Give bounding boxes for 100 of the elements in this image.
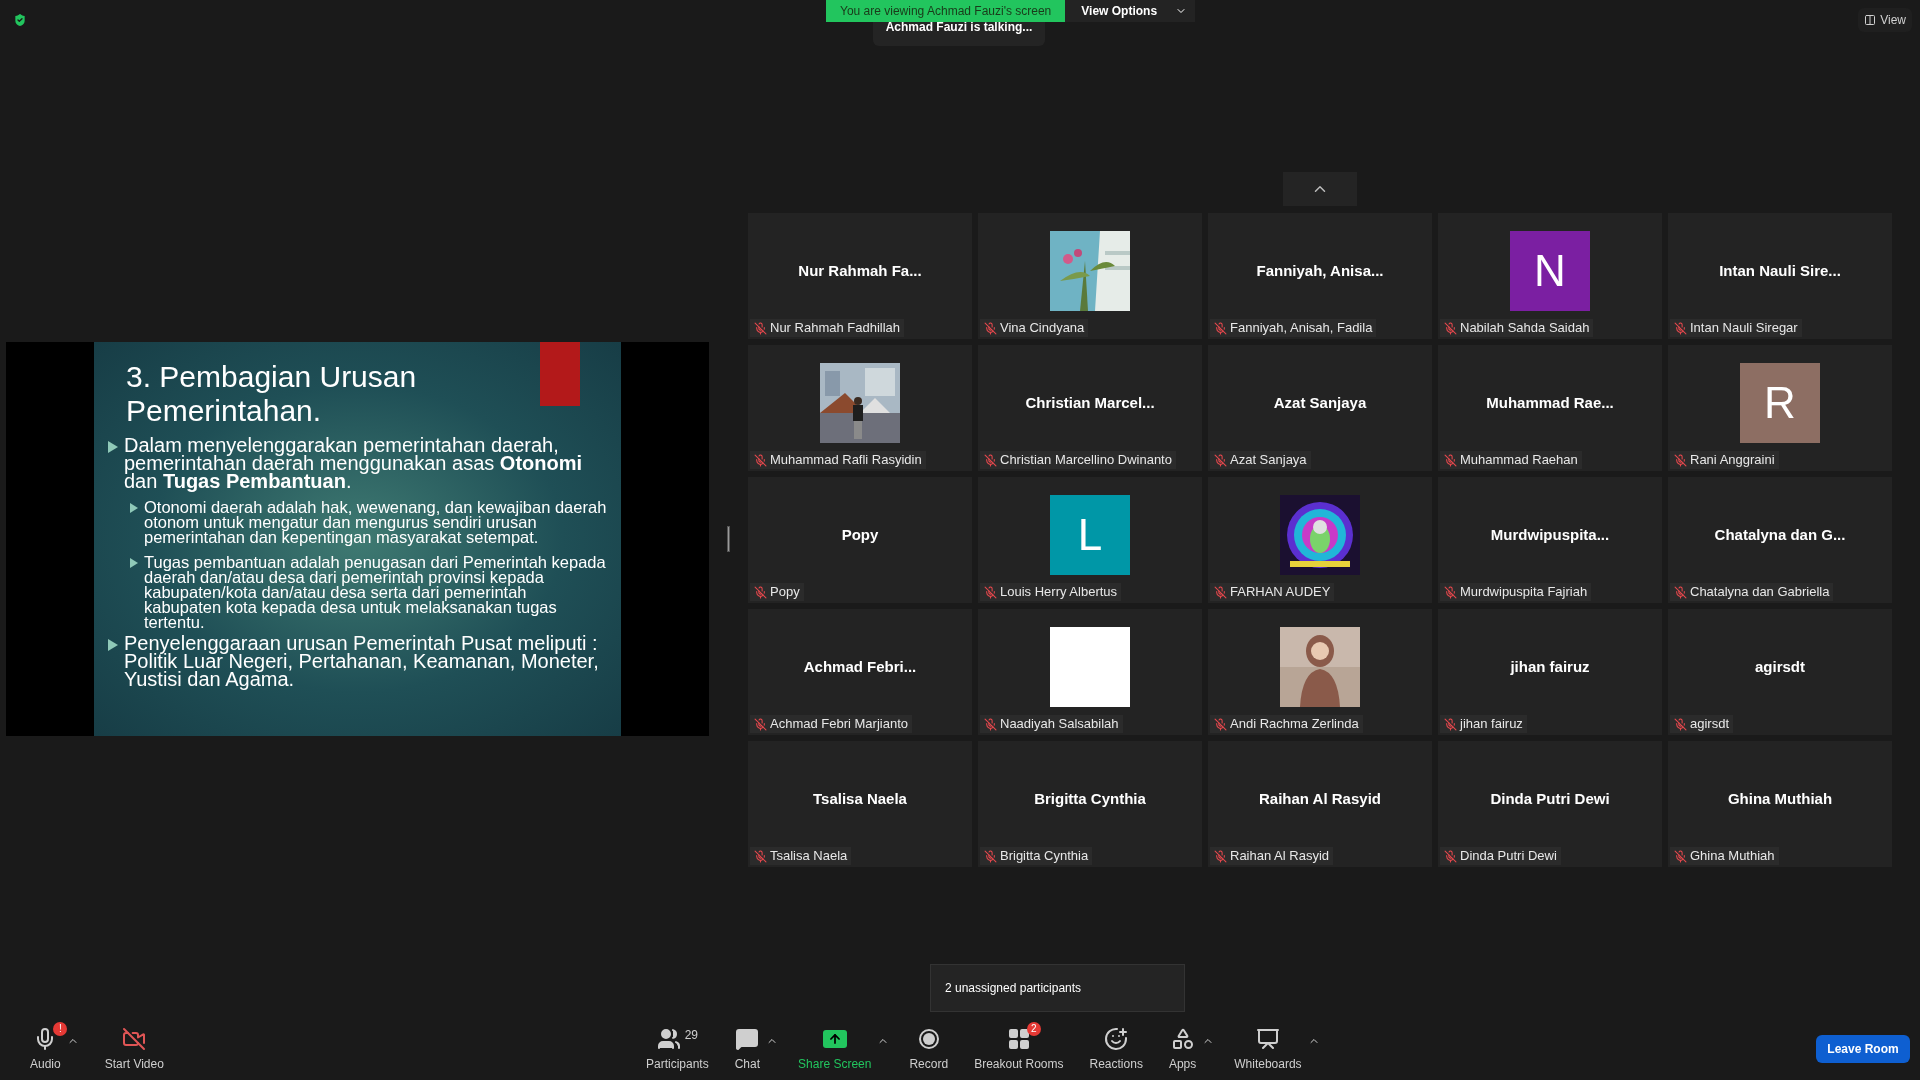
layout-icon: [1864, 14, 1877, 26]
video-tile[interactable]: Azat Sanjaya Azat Sanjaya: [1208, 345, 1432, 471]
viewing-banner: You are viewing Achmad Fauzi's screen: [826, 0, 1066, 22]
participant-label: Naadiyah Salsabilah: [1000, 715, 1119, 734]
participant-label: FARHAN AUDEY: [1230, 583, 1331, 602]
participant-name: Dinda Putri Dewi: [1490, 788, 1610, 809]
toolbar-button[interactable]: ! Audio: [24, 1021, 67, 1077]
talking-indicator: Achmad Fauzi is talking...: [885, 19, 1033, 36]
video-tile[interactable]: L Louis Herry Albertus: [978, 477, 1202, 603]
participant-name: Intan Nauli Sire...: [1719, 260, 1841, 281]
video-tile[interactable]: Brigitta Cynthia Brigitta Cynthia: [978, 741, 1202, 867]
video-tile[interactable]: Popy Popy: [748, 477, 972, 603]
view-button[interactable]: View: [1858, 8, 1912, 32]
video-tile[interactable]: agirsdt agirsdt: [1668, 609, 1892, 735]
video-tile[interactable]: Nur Rahmah Fa... Nur Rahmah Fadhillah: [748, 213, 972, 339]
participant-name: agirsdt: [1755, 656, 1805, 677]
slide-bullet: Dalam menyelenggarakan pemerintahan daerah, pemerintahan daerah menggunakan asas Otonomi dan Tugas Pembantuan.: [124, 436, 584, 490]
participant-label: Louis Herry Albertus: [1000, 583, 1118, 602]
participant-name: jihan fairuz: [1510, 656, 1590, 677]
toolbar-button[interactable]: Apps: [1162, 1021, 1203, 1077]
video-tile[interactable]: N Nabilah Sahda Saidah: [1438, 213, 1662, 339]
video-tile[interactable]: Andi Rachma Zerlinda: [1208, 609, 1432, 735]
video-tile[interactable]: Ghina Muthiah Ghina Muthiah: [1668, 741, 1892, 867]
smiley-plus-icon: [1104, 1026, 1129, 1051]
participant-label: Intan Nauli Siregar: [1690, 319, 1798, 338]
leave-room-button[interactable]: Leave Room: [1816, 1035, 1910, 1063]
shield-icon[interactable]: [12, 12, 28, 28]
participant-label: agirsdt: [1690, 715, 1730, 734]
people-icon: [656, 1026, 681, 1051]
toolbar-button[interactable]: Chat: [728, 1021, 767, 1077]
avatar-letter: L: [1050, 495, 1130, 575]
video-tile[interactable]: R Rani Anggraini: [1668, 345, 1892, 471]
participant-label: Popy: [770, 583, 800, 602]
video-tile[interactable]: Dinda Putri Dewi Dinda Putri Dewi: [1438, 741, 1662, 867]
whiteboard-icon: [1255, 1026, 1280, 1051]
bullet-icon: [108, 639, 118, 651]
video-tile[interactable]: FARHAN AUDEY: [1208, 477, 1432, 603]
participant-label: Ghina Muthiah: [1690, 847, 1775, 866]
share-screen-icon: [822, 1029, 847, 1048]
participant-count: 29: [684, 1026, 699, 1044]
notification-badge: 2: [1026, 1021, 1041, 1036]
participant-name: Murdwipuspita...: [1490, 524, 1610, 545]
video-tile[interactable]: Christian Marcel... Christian Marcellino Dwinanto: [978, 345, 1202, 471]
unassigned-message: 2 unassigned participants: [945, 980, 1082, 997]
participant-label: Raihan Al Rasyid: [1230, 847, 1329, 866]
participant-label: Chatalyna dan Gabriella: [1690, 583, 1830, 602]
participant-name: Christian Marcel...: [1025, 392, 1155, 413]
participant-label: Achmad Febri Marjianto: [770, 715, 908, 734]
resize-handle[interactable]: [727, 526, 730, 552]
video-tile[interactable]: Vina Cindyana: [978, 213, 1202, 339]
participant-label: Tsalisa Naela: [770, 847, 848, 866]
slide-accent: [540, 342, 580, 406]
participant-label: Rani Anggraini: [1690, 451, 1775, 470]
participant-label: Azat Sanjaya: [1230, 451, 1307, 470]
bullet-icon: [108, 441, 118, 453]
bullet-icon: [130, 558, 138, 568]
participant-name: Nur Rahmah Fa...: [798, 260, 922, 281]
video-tile[interactable]: Murdwipuspita... Murdwipuspita Fajriah: [1438, 477, 1662, 603]
notification-badge: !: [53, 1021, 68, 1036]
participant-label: Vina Cindyana: [1000, 319, 1085, 338]
video-tile[interactable]: Naadiyah Salsabilah: [978, 609, 1202, 735]
participant-name: Muhammad Rae...: [1486, 392, 1614, 413]
video-tile[interactable]: Muhammad Rae... Muhammad Raehan: [1438, 345, 1662, 471]
video-tile[interactable]: Achmad Febri... Achmad Febri Marjianto: [748, 609, 972, 735]
view-options-button[interactable]: View Options: [1065, 0, 1196, 22]
toolbar-button[interactable]: Reactions: [1083, 1021, 1149, 1077]
toolbar-button[interactable]: Record: [903, 1021, 955, 1077]
video-tile[interactable]: Fanniyah, Anisa... Fanniyah, Anisah, Fadila: [1208, 213, 1432, 339]
video-tile[interactable]: Tsalisa Naela Tsalisa Naela: [748, 741, 972, 867]
participant-name: Chatalyna dan G...: [1714, 524, 1846, 545]
apps-icon: [1170, 1026, 1195, 1051]
toolbar-button[interactable]: Start Video: [98, 1021, 170, 1077]
video-tile[interactable]: Muhammad Rafli Rasyidin: [748, 345, 972, 471]
participant-label: Christian Marcellino Dwinanto: [1000, 451, 1172, 470]
toolbar-button[interactable]: Share Screen: [792, 1021, 878, 1077]
participant-label: Andi Rachma Zerlinda: [1230, 715, 1359, 734]
video-tile[interactable]: Chatalyna dan G... Chatalyna dan Gabriella: [1668, 477, 1892, 603]
participant-name: Fanniyah, Anisa...: [1256, 260, 1384, 281]
participant-name: Achmad Febri...: [803, 656, 917, 677]
toolbar-button[interactable]: Whiteboards: [1228, 1021, 1308, 1077]
slide-bullet: Penyelenggaraan urusan Pemerintah Pusat meliputi : Politik Luar Negeri, Pertahanan, Keamanan, Moneter, Yustisi dan Agama.: [124, 634, 600, 688]
video-tile[interactable]: Intan Nauli Sire... Intan Nauli Siregar: [1668, 213, 1892, 339]
avatar-letter: N: [1510, 231, 1590, 311]
participant-name: Ghina Muthiah: [1727, 788, 1833, 809]
video-tile[interactable]: Raihan Al Rasyid Raihan Al Rasyid: [1208, 741, 1432, 867]
participant-label: Brigitta Cynthia: [1000, 847, 1089, 866]
toolbar-button[interactable]: 29 Participants: [640, 1021, 715, 1077]
participant-label: Fanniyah, Anisah, Fadila: [1230, 319, 1373, 338]
video-tile[interactable]: jihan fairuz jihan fairuz: [1438, 609, 1662, 735]
participant-label: Nur Rahmah Fadhillah: [770, 319, 901, 338]
avatar-letter: R: [1740, 363, 1820, 443]
video-off-icon: [121, 1026, 148, 1051]
participant-name: Popy: [841, 524, 879, 545]
speech-bubble-icon: [735, 1026, 760, 1051]
participant-name: Raihan Al Rasyid: [1259, 788, 1381, 809]
grid-icon: [1006, 1026, 1031, 1051]
participant-name: Tsalisa Naela: [813, 788, 907, 809]
toolbar-button[interactable]: 2 Breakout Rooms: [968, 1021, 1070, 1077]
participant-label: Murdwipuspita Fajriah: [1460, 583, 1588, 602]
slide-subbullet: Otonomi daerah adalah hak, wewenang, dan kewajiban daerah otonom untuk mengatur dan mengurus sendiri urusan pemerintahan dan kepentingan masyarakat setempat.: [144, 500, 607, 545]
